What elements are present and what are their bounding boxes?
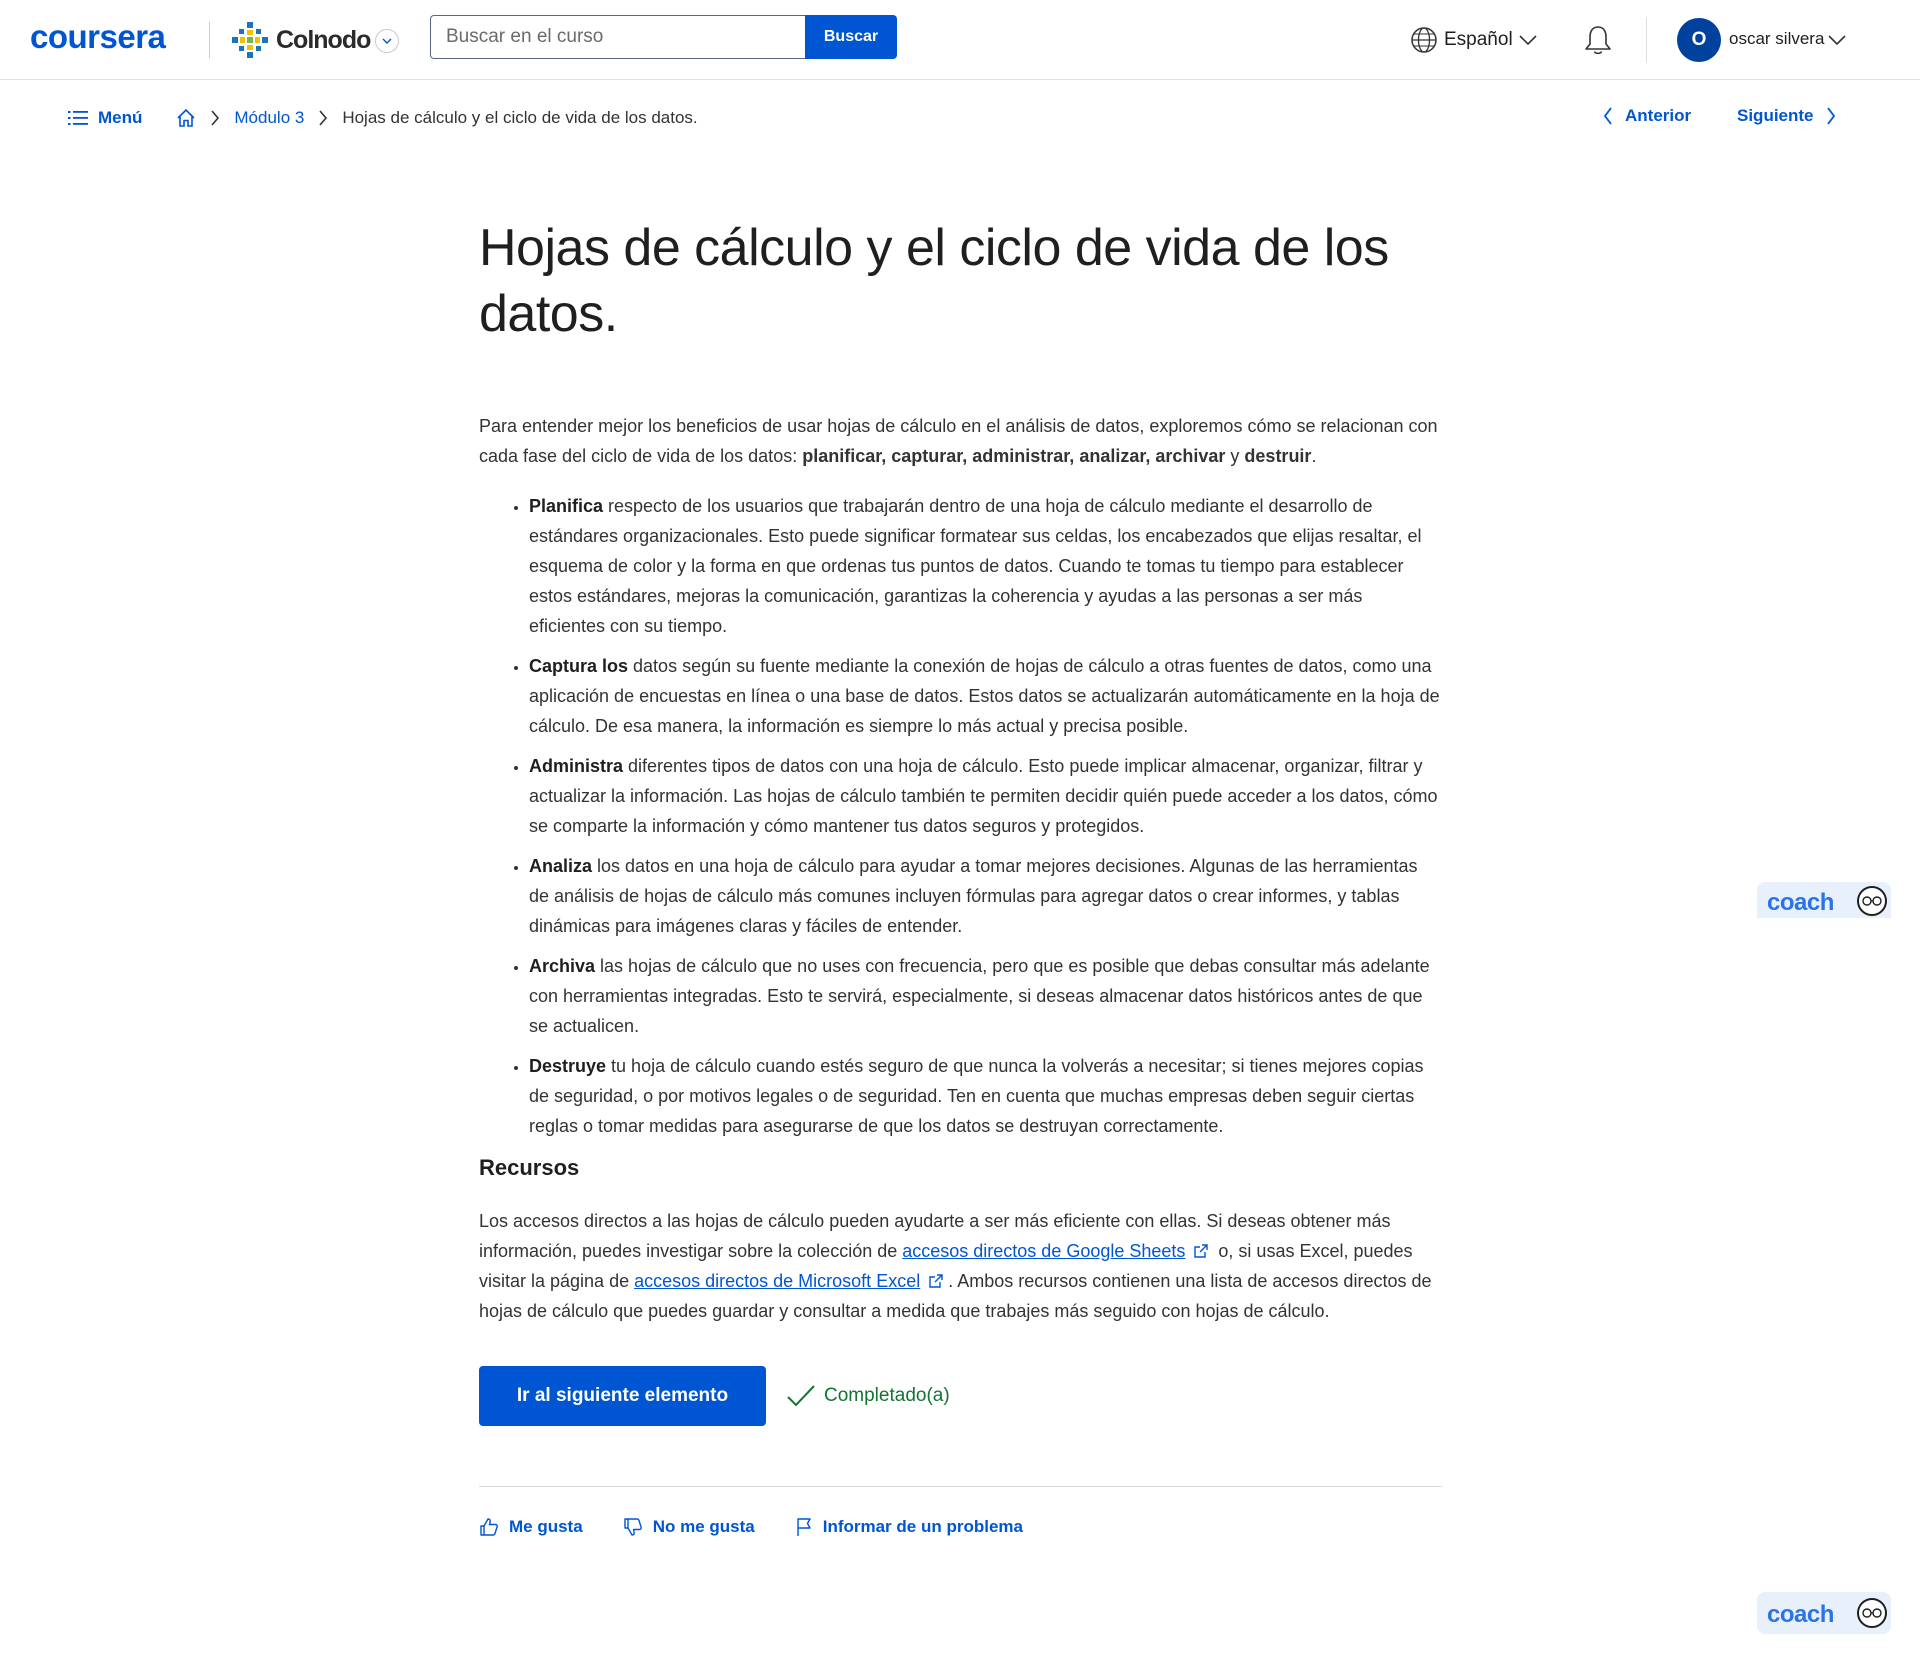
- list-item-text: las hojas de cálculo que no uses con fre…: [529, 956, 1430, 1036]
- coach-glasses-icon: [1857, 886, 1887, 916]
- list-item-text: los datos en una hoja de cálculo para ay…: [529, 856, 1418, 936]
- list-item: Administra diferentes tipos de datos con…: [529, 751, 1441, 841]
- previous-label: Anterior: [1625, 106, 1692, 125]
- home-icon: [177, 108, 195, 127]
- intro-and: y: [1225, 446, 1245, 466]
- coach-label: coach: [1767, 889, 1834, 916]
- menu-label: Menú: [98, 108, 143, 127]
- intro-paragraph: Para entender mejor los beneficios de us…: [479, 411, 1441, 471]
- previous-item-button[interactable]: Anterior: [1603, 106, 1691, 126]
- like-label: Me gusta: [509, 1517, 583, 1536]
- list-item: Planifica respecto de los usuarios que t…: [529, 491, 1441, 641]
- avatar[interactable]: O: [1677, 18, 1721, 62]
- list-item-text: respecto de los usuarios que trabajarán …: [529, 496, 1422, 636]
- list-item: Analiza los datos en una hoja de cálculo…: [529, 851, 1441, 941]
- list-item-lead: Destruye: [529, 1056, 607, 1076]
- chevron-down-icon: [1828, 35, 1846, 46]
- list-item-text: datos según su fuente mediante la conexi…: [529, 656, 1440, 736]
- colnodo-logo-icon: [232, 22, 268, 58]
- google-sheets-shortcuts-link[interactable]: accesos directos de Google Sheets: [902, 1241, 1185, 1261]
- page-title: Hojas de cálculo y el ciclo de vida de l…: [479, 219, 1389, 343]
- list-item-lead: Planifica: [529, 496, 604, 516]
- list-item-lead: Captura los: [529, 656, 629, 676]
- completed-label: Completado(a): [824, 1385, 950, 1406]
- thumbs-down-icon: [623, 1518, 642, 1536]
- bell-icon: [1585, 26, 1611, 55]
- feedback-bar: Me gusta No me gusta Informar de un prob…: [479, 1517, 1441, 1537]
- top-header: coursera Colnodo Buscar en el curso Busc…: [0, 0, 1920, 80]
- resources-paragraph: Los accesos directos a las hojas de cálc…: [479, 1206, 1441, 1326]
- excel-shortcuts-link[interactable]: accesos directos de Microsoft Excel: [634, 1271, 920, 1291]
- user-name[interactable]: oscar silvera: [1729, 29, 1824, 49]
- menu-button[interactable]: Menú: [68, 108, 142, 128]
- coach-button[interactable]: coach: [1757, 882, 1891, 918]
- partner-name: Colnodo: [276, 25, 371, 54]
- list-item-lead: Administra: [529, 756, 624, 776]
- flag-icon: [797, 1518, 811, 1536]
- list-item-text: tu hoja de cálculo cuando estés seguro d…: [529, 1056, 1424, 1136]
- list-item: Archiva las hojas de cálculo que no uses…: [529, 951, 1441, 1041]
- language-label: Español: [1444, 29, 1513, 50]
- partner-switch-button[interactable]: [375, 29, 399, 53]
- partner-logo[interactable]: Colnodo: [230, 20, 371, 60]
- coach-button[interactable]: coach: [1757, 1592, 1891, 1634]
- external-link-icon: [1194, 1244, 1209, 1258]
- coach-glasses-icon: [1857, 1598, 1887, 1628]
- user-menu-button[interactable]: [1828, 32, 1846, 50]
- notifications-button[interactable]: [1583, 24, 1613, 61]
- coach-label: coach: [1767, 1601, 1834, 1628]
- lifecycle-list: Planifica respecto de los usuarios que t…: [479, 491, 1441, 1141]
- list-item-text: diferentes tipos de datos con una hoja d…: [529, 756, 1438, 836]
- chevron-left-icon: [1603, 107, 1612, 125]
- header-divider: [1646, 18, 1647, 62]
- breadcrumb-module-link[interactable]: Módulo 3: [234, 108, 304, 128]
- language-selector[interactable]: Español: [1410, 26, 1537, 54]
- search-button[interactable]: Buscar: [805, 15, 897, 59]
- intro-end: .: [1311, 446, 1317, 466]
- list-menu-icon: [68, 111, 88, 125]
- list-item: Destruye tu hoja de cálculo cuando estés…: [529, 1051, 1441, 1141]
- content-divider: [479, 1486, 1442, 1487]
- like-button[interactable]: Me gusta: [479, 1517, 583, 1537]
- breadcrumb-current: Hojas de cálculo y el ciclo de vida de l…: [342, 108, 698, 127]
- list-item-lead: Archiva: [529, 956, 596, 976]
- chevron-down-icon: [1519, 35, 1537, 45]
- chevron-right-icon: [210, 110, 220, 126]
- list-item-lead: Analiza: [529, 856, 593, 876]
- report-problem-button[interactable]: Informar de un problema: [795, 1517, 1023, 1537]
- completion-actions: Ir al siguiente elemento Completado(a): [479, 1366, 1441, 1426]
- home-link[interactable]: [176, 108, 196, 128]
- list-item: Captura los datos según su fuente median…: [529, 651, 1441, 741]
- coursera-logo[interactable]: coursera: [30, 18, 166, 56]
- course-search-input[interactable]: [430, 15, 805, 59]
- checkmark-icon: [787, 1385, 815, 1407]
- go-to-next-item-button[interactable]: Ir al siguiente elemento: [479, 1366, 766, 1426]
- thumbs-up-icon: [480, 1518, 498, 1536]
- resources-heading: Recursos: [479, 1155, 580, 1180]
- logo-divider: [209, 22, 210, 58]
- chevron-right-icon: [1826, 107, 1835, 125]
- report-label: Informar de un problema: [822, 1517, 1023, 1536]
- next-label: Siguiente: [1737, 106, 1814, 125]
- chevron-down-icon: [382, 38, 392, 44]
- next-item-link[interactable]: Siguiente: [1737, 106, 1836, 126]
- chevron-right-icon: [318, 110, 328, 126]
- reading-content: Hojas de cálculo y el ciclo de vida de l…: [479, 215, 1442, 1537]
- dislike-label: No me gusta: [652, 1517, 755, 1536]
- completed-status: Completado(a): [786, 1384, 950, 1408]
- intro-phases: planificar, capturar, administrar, anali…: [802, 446, 1226, 466]
- external-link-icon: [929, 1274, 943, 1288]
- breadcrumb: Menú Módulo 3 Hojas de cálculo y el cicl…: [68, 106, 698, 130]
- dislike-button[interactable]: No me gusta: [623, 1517, 755, 1537]
- globe-icon: [1411, 27, 1437, 53]
- intro-last-phase: destruir: [1244, 446, 1312, 466]
